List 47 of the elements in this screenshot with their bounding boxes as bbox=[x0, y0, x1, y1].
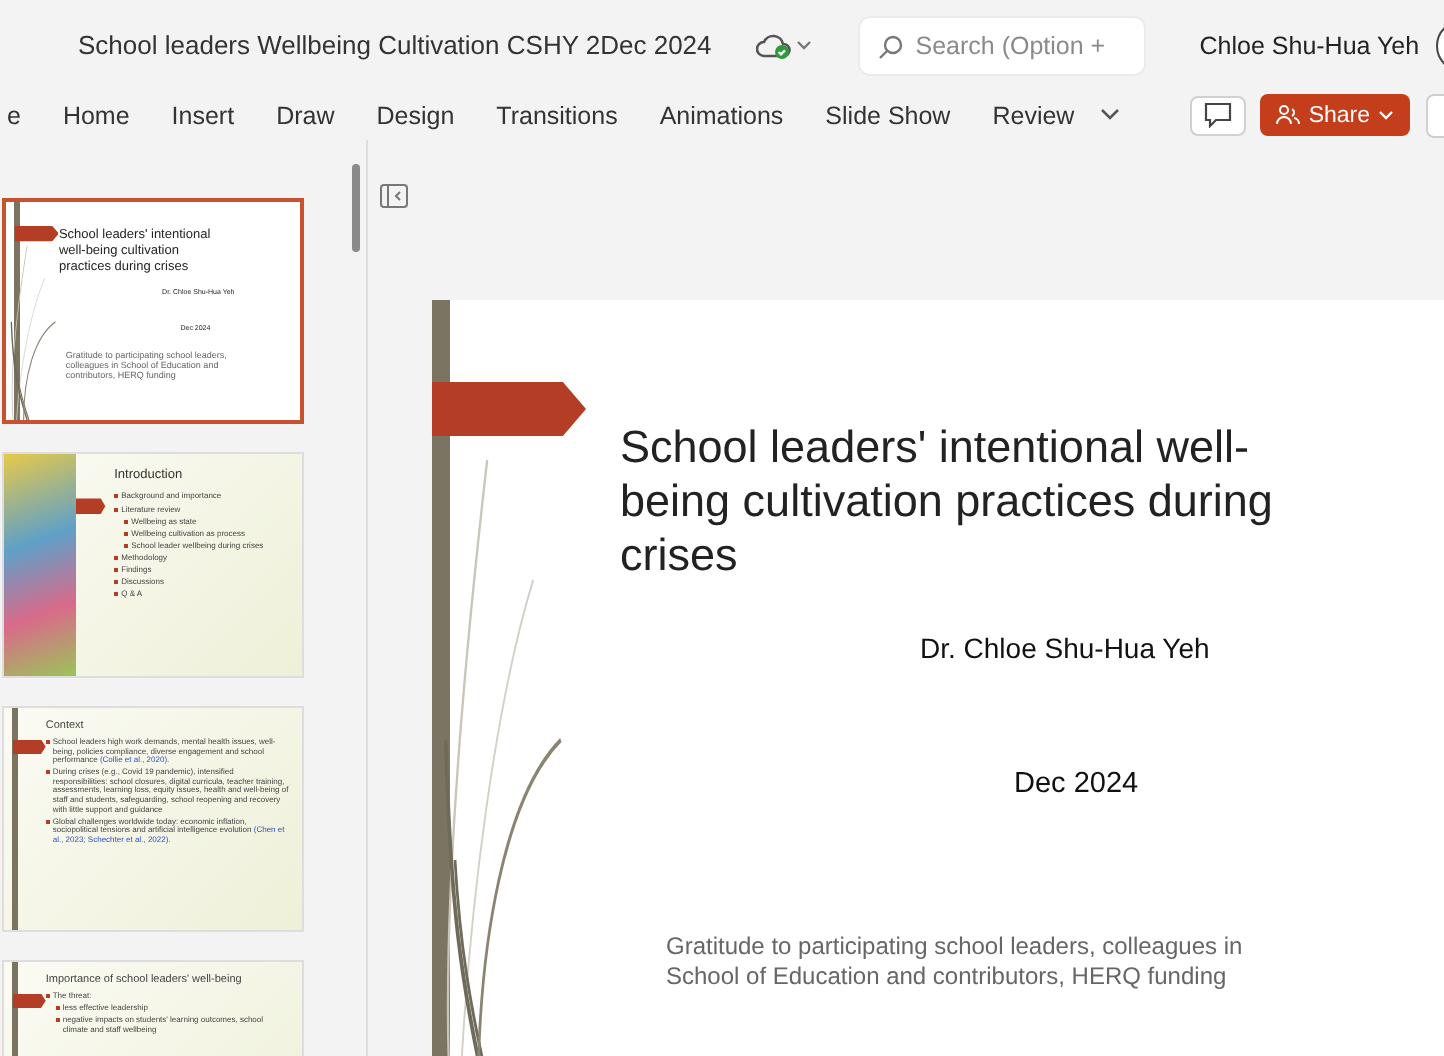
bullet-icon bbox=[124, 519, 129, 524]
slide-canvas[interactable] bbox=[432, 300, 1444, 1056]
ribbon-tab[interactable]: Design bbox=[355, 101, 476, 129]
bullet-icon bbox=[45, 993, 50, 998]
user-name[interactable]: Chloe Shu-Hua Yeh bbox=[1199, 31, 1420, 59]
bullet-icon bbox=[45, 819, 50, 824]
search-field[interactable]: Search (Option + bbox=[859, 17, 1144, 73]
collapse-panel-icon[interactable] bbox=[380, 184, 408, 208]
share-button[interactable]: Share bbox=[1260, 94, 1410, 136]
comments-button[interactable] bbox=[1190, 95, 1247, 135]
bullet-icon bbox=[114, 507, 119, 512]
slide-note: Gratitude to participating school leaders, colleagues in School of Education and contributors, HERQ funding bbox=[666, 932, 1245, 992]
bullet-icon bbox=[124, 531, 129, 536]
document-title[interactable]: School leaders Wellbeing Cultivation CSHY 2Dec 2024 bbox=[78, 30, 712, 60]
ribbon-tab[interactable]: Animations bbox=[638, 101, 805, 129]
bullet-icon bbox=[114, 592, 119, 597]
bullet-icon bbox=[55, 1006, 60, 1011]
ribbon-tab[interactable]: Draw bbox=[255, 101, 356, 129]
ribbon-tab[interactable]: Slide Show bbox=[804, 101, 972, 129]
arrow-tag bbox=[12, 993, 46, 1009]
bullet-icon bbox=[114, 494, 119, 499]
ribbon-tab[interactable]: Insert bbox=[150, 101, 256, 129]
ribbon-tab[interactable]: e bbox=[0, 101, 42, 129]
comment-icon bbox=[1204, 102, 1233, 128]
bullet-icon bbox=[114, 580, 119, 585]
bullet-icon bbox=[55, 1018, 60, 1023]
bullet-icon bbox=[124, 543, 129, 548]
bullet-icon bbox=[114, 555, 119, 560]
slide-author: Dr. Chloe Shu-Hua Yeh bbox=[920, 632, 1212, 664]
arrow-tag bbox=[14, 225, 59, 242]
slide-thumbnail[interactable] bbox=[2, 198, 304, 424]
chevron-down-icon[interactable] bbox=[1099, 108, 1120, 122]
bullet-icon bbox=[45, 739, 50, 744]
arrow-tag bbox=[75, 498, 106, 514]
arrow-tag bbox=[12, 739, 46, 755]
slide-date: Dec 2024 bbox=[1014, 768, 1141, 800]
cloud-status-button[interactable] bbox=[755, 31, 812, 59]
chevron-down-icon[interactable] bbox=[795, 39, 812, 51]
ribbon-tab[interactable]: Transitions bbox=[475, 101, 639, 129]
slide-title: School leaders' intentional well-being cultivation practices during crises bbox=[620, 420, 1275, 582]
scrollbar[interactable] bbox=[352, 164, 360, 252]
ribbon-tab[interactable]: Review bbox=[971, 101, 1096, 129]
cloud-check-icon[interactable] bbox=[755, 31, 792, 59]
bullet-icon bbox=[45, 770, 50, 775]
ribbon-tab[interactable]: Home bbox=[41, 101, 151, 129]
chevron-down-icon bbox=[1378, 109, 1394, 121]
people-icon bbox=[1276, 104, 1301, 126]
